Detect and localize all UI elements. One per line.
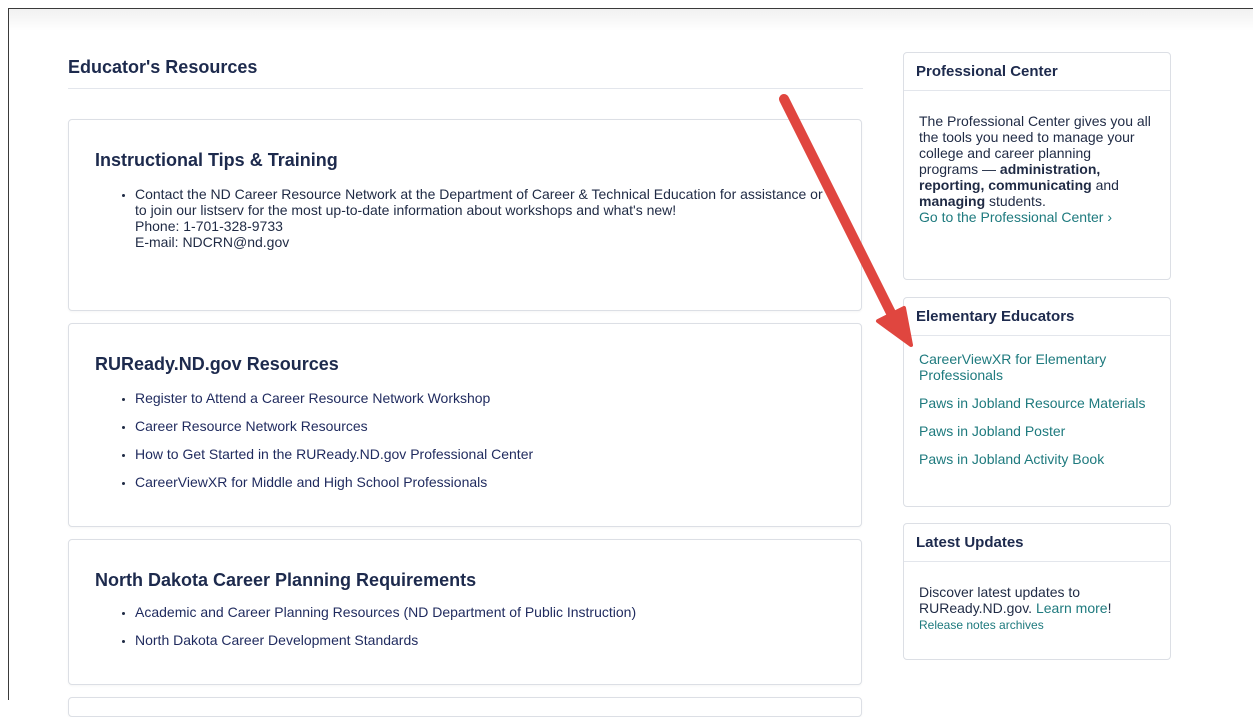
career-planning-requirements-list: Academic and Career Planning Resources (…	[95, 604, 835, 660]
ruready-resources-card: RUReady.ND.gov Resources Register to Att…	[68, 323, 862, 527]
professional-center-students: students.	[985, 193, 1046, 209]
next-card-partial	[68, 697, 862, 717]
instructional-tips-title: Instructional Tips & Training	[95, 150, 338, 170]
learn-more-exclaim: !	[1107, 600, 1112, 616]
professional-center-bold-2: managing	[919, 193, 986, 209]
elementary-educators-panel: Elementary Educators CareerViewXR for El…	[903, 297, 1171, 507]
get-started-link[interactable]: How to Get Started in the RUReady.ND.gov…	[135, 446, 533, 462]
latest-updates-body: Discover latest updates to RUReady.ND.go…	[904, 562, 1170, 633]
paws-poster-link[interactable]: Paws in Jobland Poster	[919, 423, 1154, 439]
career-planning-requirements-title: North Dakota Career Planning Requirement…	[95, 570, 477, 590]
list-item[interactable]: Register to Attend a Career Resource Net…	[135, 390, 835, 406]
academic-career-planning-link[interactable]: Academic and Career Planning Resources (…	[135, 604, 636, 620]
latest-updates-heading: Latest Updates	[904, 524, 1170, 562]
careerviewxr-elementary-link[interactable]: CareerViewXR for Elementary Professional…	[919, 351, 1154, 383]
professional-center-panel: Professional Center The Professional Cen…	[903, 52, 1171, 280]
professional-center-link[interactable]: Go to the Professional Center ›	[919, 209, 1112, 225]
page-title: Educator's Resources	[68, 57, 258, 77]
instructional-tips-card: Instructional Tips & Training Contact th…	[68, 119, 862, 311]
header-shadow	[9, 9, 1253, 31]
workshop-link[interactable]: Register to Attend a Career Resource Net…	[135, 390, 490, 406]
latest-updates-panel: Latest Updates Discover latest updates t…	[903, 523, 1171, 660]
ruready-resources-list: Register to Attend a Career Resource Net…	[95, 390, 835, 502]
release-notes-link[interactable]: Release notes archives	[919, 618, 1044, 632]
list-item[interactable]: CareerViewXR for Middle and High School …	[135, 474, 835, 490]
learn-more-link[interactable]: Learn more	[1036, 600, 1108, 616]
professional-center-and: and	[1091, 177, 1119, 193]
network-resources-link[interactable]: Career Resource Network Resources	[135, 418, 368, 434]
career-planning-requirements-card: North Dakota Career Planning Requirement…	[68, 539, 862, 685]
elementary-educators-heading: Elementary Educators	[904, 298, 1170, 336]
list-item: Contact the ND Career Resource Network a…	[135, 186, 835, 250]
instructional-tips-list: Contact the ND Career Resource Network a…	[95, 186, 835, 250]
phone-text: Phone: 1-701-328-9733	[135, 218, 283, 234]
title-divider	[68, 88, 863, 89]
email-text: E-mail: NDCRN@nd.gov	[135, 234, 290, 250]
list-item[interactable]: Academic and Career Planning Resources (…	[135, 604, 835, 620]
contact-text: Contact the ND Career Resource Network a…	[135, 186, 823, 218]
ruready-resources-title: RUReady.ND.gov Resources	[95, 354, 339, 374]
paws-resource-materials-link[interactable]: Paws in Jobland Resource Materials	[919, 395, 1154, 411]
elementary-educators-body: CareerViewXR for Elementary Professional…	[904, 336, 1170, 467]
professional-center-heading: Professional Center	[904, 53, 1170, 91]
paws-activity-book-link[interactable]: Paws in Jobland Activity Book	[919, 451, 1154, 467]
careerviewxr-middle-high-link[interactable]: CareerViewXR for Middle and High School …	[135, 474, 487, 490]
list-item[interactable]: How to Get Started in the RUReady.ND.gov…	[135, 446, 835, 462]
list-item[interactable]: Career Resource Network Resources	[135, 418, 835, 434]
career-development-standards-link[interactable]: North Dakota Career Development Standard…	[135, 632, 418, 648]
list-item[interactable]: North Dakota Career Development Standard…	[135, 632, 835, 648]
professional-center-body: The Professional Center gives you all th…	[904, 91, 1170, 225]
